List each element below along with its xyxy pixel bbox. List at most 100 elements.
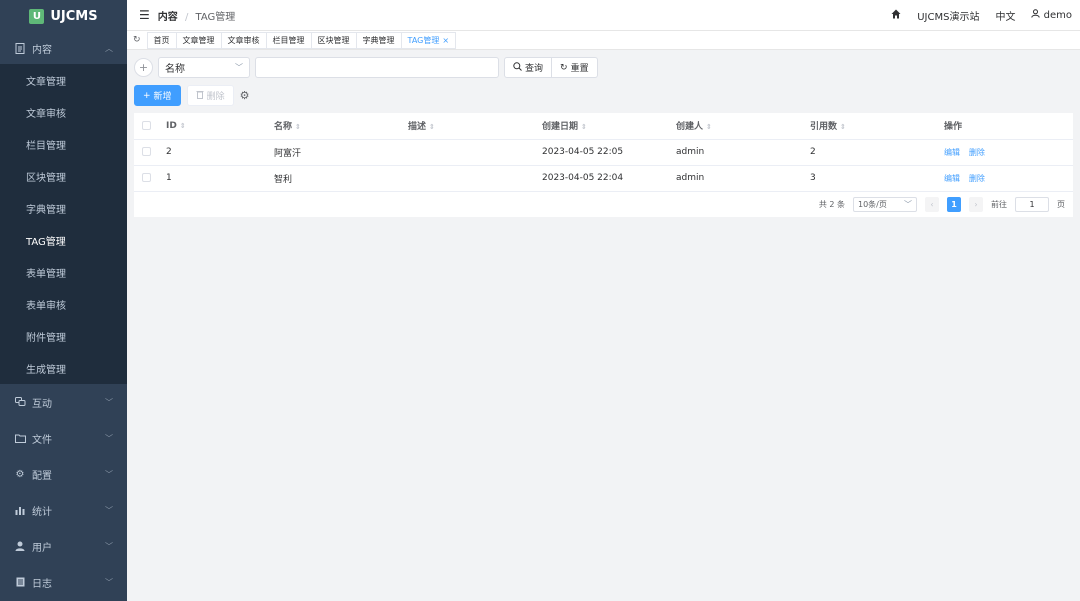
sidebar-group-content[interactable]: 内容 ︿ (0, 32, 127, 64)
bar-chart-icon (14, 504, 26, 516)
sidebar-item-article[interactable]: 文章管理 (0, 64, 127, 96)
logo-text: UJCMS (50, 8, 98, 24)
edit-link[interactable]: 编辑 (944, 148, 960, 157)
sidebar-group-file[interactable]: 文件 ﹀ (0, 420, 127, 456)
reset-label: 重置 (570, 64, 589, 74)
column-settings-gear-icon[interactable]: ⚙ (240, 89, 250, 102)
sidebar-group-log[interactable]: 日志 ﹀ (0, 564, 127, 600)
action-row: + 新增 删除 ⚙ (134, 85, 1073, 106)
tab-dict[interactable]: 字典管理 (355, 31, 401, 49)
prev-page-button[interactable]: ‹ (925, 196, 939, 212)
cell-name: 阿富汗 (274, 139, 408, 166)
sort-icon: ⇕ (840, 123, 846, 132)
delete-link[interactable]: 删除 (969, 148, 985, 157)
sidebar-group-stats[interactable]: 统计 ﹀ (0, 492, 127, 528)
goto-label: 前往 (991, 199, 1007, 209)
field-select[interactable]: 名称 ﹀ (158, 57, 250, 78)
cell-id: 2 (166, 139, 274, 166)
filter-row: + 名称 ﹀ 查询 ↻ 重置 (134, 57, 1073, 78)
column-header-desc[interactable]: 描述 ⇕ (408, 113, 542, 140)
cell-created: 2023-04-05 22:04 (542, 165, 676, 192)
page-unit-label: 页 (1057, 199, 1065, 209)
sidebar-item-article-review[interactable]: 文章审核 (0, 96, 127, 128)
search-icon (513, 61, 522, 74)
sidebar-item-channel[interactable]: 栏目管理 (0, 128, 127, 160)
add-filter-button[interactable]: + (134, 58, 153, 77)
home-icon[interactable] (891, 9, 901, 22)
sort-icon: ⇕ (581, 123, 587, 132)
site-link[interactable]: UJCMS演示站 (917, 8, 979, 23)
query-button[interactable]: 查询 (504, 57, 553, 78)
breadcrumb-parent[interactable]: 内容 (158, 12, 178, 23)
table-row[interactable]: 1 智利 2023-04-05 22:04 admin 3 编辑 删除 (134, 165, 1073, 192)
delete-label: 删除 (206, 92, 225, 102)
cell-refs: 2 (810, 139, 944, 166)
tab-block[interactable]: 区块管理 (310, 31, 356, 49)
column-header-created[interactable]: 创建日期 ⇕ (542, 113, 676, 140)
cell-creator: admin (676, 139, 810, 166)
chevron-down-icon: ﹀ (105, 541, 113, 551)
sort-icon: ⇕ (295, 123, 301, 132)
table-row[interactable]: 2 阿富汗 2023-04-05 22:05 admin 2 编辑 删除 (134, 139, 1073, 166)
filter-buttons: 查询 ↻ 重置 (504, 57, 598, 78)
sidebar-submenu-content: 文章管理 文章审核 栏目管理 区块管理 字典管理 TAG管理 表单管理 表单审核… (0, 64, 127, 384)
sidebar-item-dict[interactable]: 字典管理 (0, 192, 127, 224)
chevron-up-icon: ︿ (105, 43, 113, 53)
search-input[interactable] (255, 57, 499, 78)
logo[interactable]: U UJCMS (0, 0, 127, 32)
sidebar-group-label: 用户 (32, 542, 52, 554)
document-icon (14, 42, 26, 54)
next-page-button[interactable]: › (969, 196, 983, 212)
row-checkbox[interactable] (142, 173, 151, 182)
page-number-button[interactable]: 1 (947, 196, 961, 212)
chevron-down-icon: ﹀ (105, 397, 113, 407)
sidebar-item-block[interactable]: 区块管理 (0, 160, 127, 192)
sidebar-item-attachment[interactable]: 附件管理 (0, 320, 127, 352)
column-header-name[interactable]: 名称 ⇕ (274, 113, 408, 140)
edit-link[interactable]: 编辑 (944, 174, 960, 183)
chevron-down-icon: ﹀ (105, 433, 113, 443)
sidebar-item-generate[interactable]: 生成管理 (0, 352, 127, 384)
reset-icon: ↻ (560, 62, 568, 73)
user-icon (14, 540, 26, 552)
goto-page-input[interactable]: 1 (1015, 196, 1049, 212)
tab-article[interactable]: 文章管理 (175, 31, 221, 49)
tag-table-card: ID ⇕ 名称 ⇕ 描述 ⇕ 创建日期 ⇕ 创建人 ⇕ 引用数 ⇕ 操作 2 阿富汗 202… (134, 113, 1073, 217)
tab-label: TAG管理 (407, 35, 440, 45)
reset-button[interactable]: ↻ 重置 (552, 57, 598, 78)
sidebar-group-interact[interactable]: 互动 ﹀ (0, 384, 127, 420)
tab-home[interactable]: 首页 (146, 31, 176, 49)
select-all-checkbox[interactable] (142, 120, 151, 130)
sidebar-item-form-review[interactable]: 表单审核 (0, 288, 127, 320)
add-button[interactable]: + 新增 (134, 85, 181, 106)
language-switch[interactable]: 中文 (995, 8, 1015, 23)
page-size-select[interactable]: 10条/页 ﹀ (853, 196, 917, 212)
user-menu[interactable]: demo (1031, 9, 1072, 21)
refresh-icon[interactable]: ↻ (133, 35, 141, 45)
column-header-creator[interactable]: 创建人 ⇕ (676, 113, 810, 140)
sidebar-item-tag[interactable]: TAG管理 (0, 224, 127, 256)
tab-channel[interactable]: 栏目管理 (265, 31, 311, 49)
sidebar-group-config[interactable]: ⚙ 配置 ﹀ (0, 456, 127, 492)
sidebar-item-form[interactable]: 表单管理 (0, 256, 127, 288)
sidebar-group-user[interactable]: 用户 ﹀ (0, 528, 127, 564)
cell-creator: admin (676, 165, 810, 192)
close-icon[interactable]: × (442, 36, 449, 45)
sort-icon: ⇕ (706, 123, 712, 132)
plus-icon: + (143, 90, 151, 101)
page-size-value: 10条/页 (858, 199, 887, 209)
row-checkbox[interactable] (142, 147, 151, 156)
add-label: 新增 (153, 92, 172, 102)
delete-link[interactable]: 删除 (969, 174, 985, 183)
breadcrumb: 内容 / TAG管理 (158, 8, 236, 23)
cell-refs: 3 (810, 165, 944, 192)
gear-icon: ⚙ (15, 468, 25, 480)
tab-tag[interactable]: TAG管理 × (400, 31, 457, 49)
hamburger-icon[interactable]: ☰ (139, 8, 150, 22)
column-header-id[interactable]: ID ⇕ (166, 113, 274, 140)
cell-desc (408, 139, 542, 166)
chevron-down-icon: ﹀ (105, 469, 113, 479)
column-header-refs[interactable]: 引用数 ⇕ (810, 113, 944, 140)
delete-button[interactable]: 删除 (186, 85, 234, 106)
tab-article-review[interactable]: 文章审核 (220, 31, 266, 49)
